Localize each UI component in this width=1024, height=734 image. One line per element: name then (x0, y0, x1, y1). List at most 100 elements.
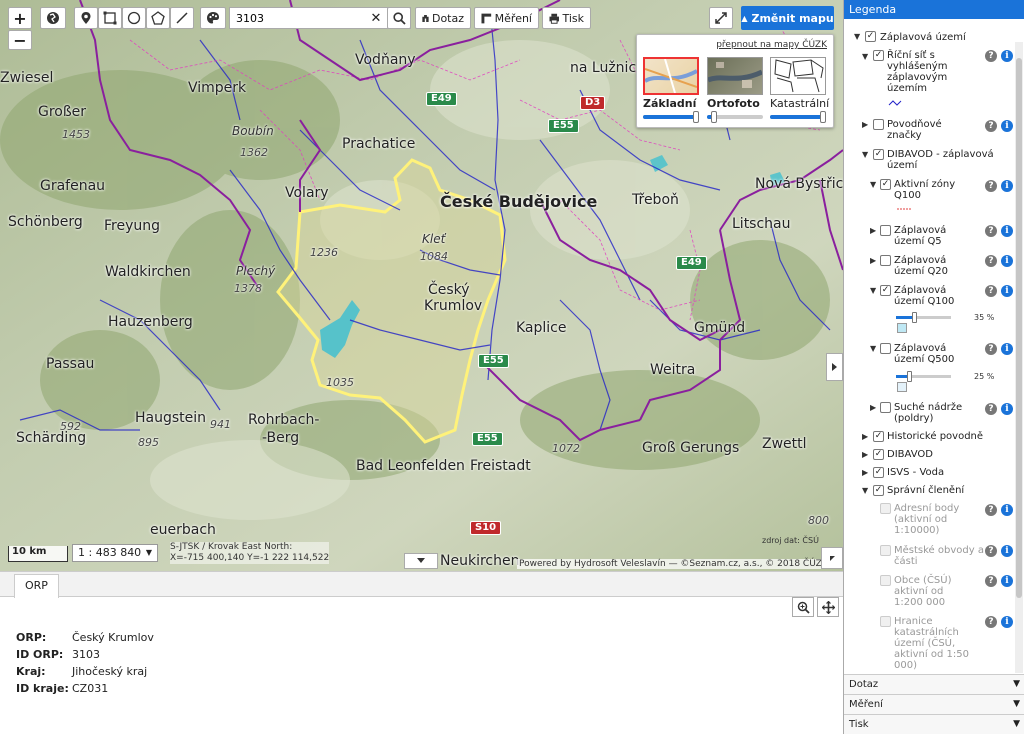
map-canvas[interactable]: Zwiesel Großer 1453 Vimperk Vodňany na L… (0, 0, 843, 571)
help-icon[interactable]: ? (985, 50, 997, 62)
layer-checkbox[interactable]: ✓ (880, 179, 891, 190)
map-label-vodnany: Vodňany (355, 52, 416, 68)
help-icon[interactable]: ? (985, 255, 997, 267)
help-icon[interactable]: ? (985, 343, 997, 355)
help-icon[interactable]: ? (985, 545, 997, 557)
print-button[interactable]: Tisk (542, 7, 591, 29)
info-icon[interactable]: i (1001, 545, 1013, 557)
info-icon[interactable]: i (1001, 285, 1013, 297)
collapse-toggle[interactable]: ▼ (862, 150, 868, 159)
expand-right-button[interactable] (826, 353, 843, 381)
help-icon[interactable]: ? (985, 225, 997, 237)
layer-checkbox[interactable] (880, 255, 891, 266)
scale-bar: 10 km (8, 546, 68, 562)
map-label-haugstein: Haugstein (135, 410, 207, 426)
zoom-in-button[interactable]: + (8, 7, 32, 29)
palette-icon[interactable] (200, 7, 226, 29)
info-icon[interactable]: i (1001, 504, 1013, 516)
collapse-toggle[interactable]: ▼ (870, 344, 876, 353)
info-icon[interactable]: i (1001, 225, 1013, 237)
help-icon[interactable]: ? (985, 504, 997, 516)
info-icon[interactable]: i (1001, 403, 1013, 415)
accordion-tisk[interactable]: Tisk ▼ (844, 714, 1024, 734)
opacity-slider-q100[interactable] (896, 312, 951, 323)
info-icon[interactable]: i (1001, 343, 1013, 355)
basemap-thumb-katastralni[interactable] (770, 57, 826, 95)
polygon-select-icon[interactable] (146, 7, 170, 29)
collapse-toggle[interactable]: ▼ (862, 486, 868, 495)
zoom-to-feature-button[interactable] (792, 597, 814, 617)
change-map-label: Změnit mapu (751, 11, 834, 25)
scale-select[interactable]: 1 : 483 840 ▼ (72, 544, 158, 562)
opacity-slider-zakladni[interactable] (643, 111, 699, 123)
query-button[interactable]: Dotaz (415, 7, 471, 29)
layer-checkbox[interactable]: ✓ (873, 149, 884, 160)
collapse-toggle[interactable]: ▼ (870, 286, 876, 295)
collapse-toggle[interactable]: ▼ (870, 180, 876, 189)
collapse-toggle[interactable]: ▼ (862, 52, 868, 61)
layer-checkbox[interactable]: ✓ (873, 467, 884, 478)
layer-checkbox[interactable]: ✓ (873, 485, 884, 496)
help-icon[interactable]: ? (985, 616, 997, 628)
basemap-thumb-ortofoto[interactable] (707, 57, 764, 95)
accordion-dotaz[interactable]: Dotaz ▼ (844, 674, 1024, 694)
expand-toggle[interactable]: ▶ (870, 403, 876, 412)
opacity-slider-katastralni[interactable] (770, 111, 826, 123)
info-icon[interactable]: i (1001, 616, 1013, 628)
layer-checkbox[interactable]: ✓ (865, 31, 876, 42)
expand-toggle[interactable]: ▶ (862, 468, 868, 477)
help-icon[interactable]: ? (985, 403, 997, 415)
map-label-nova-bystrice: Nová Bystřice (755, 176, 843, 192)
layer-checkbox[interactable] (880, 402, 891, 413)
map-label-grosser-arber: Großer (38, 104, 87, 120)
layer-checkbox[interactable]: ✓ (873, 50, 884, 61)
pan-to-feature-button[interactable] (817, 597, 839, 617)
info-icon[interactable]: i (1001, 255, 1013, 267)
info-icon[interactable]: i (1001, 575, 1013, 587)
zone-line-symbol (897, 208, 911, 210)
help-icon[interactable]: ? (985, 285, 997, 297)
measure-button[interactable]: Měření (474, 7, 539, 29)
line-select-icon[interactable] (170, 7, 194, 29)
map-label-trebon: Třeboň (632, 192, 679, 208)
fullscreen-icon[interactable] (709, 7, 733, 29)
globe-icon[interactable] (40, 7, 66, 29)
basemap-thumb-zakladni[interactable] (643, 57, 699, 95)
tab-orp[interactable]: ORP (14, 574, 59, 598)
chevron-right-icon (832, 363, 837, 371)
clear-search-icon[interactable]: ✕ (367, 9, 385, 27)
switch-cuzk-link[interactable]: přepnout na mapy ČÚZK (716, 40, 827, 50)
map-label-cesky-krumlov: Český (428, 282, 470, 298)
expand-toggle[interactable]: ▶ (870, 226, 876, 235)
expand-toggle[interactable]: ▶ (870, 256, 876, 265)
zoom-out-button[interactable]: − (8, 30, 32, 50)
help-icon[interactable]: ? (985, 120, 997, 132)
expand-toggle[interactable]: ▶ (862, 120, 868, 129)
legend-scrollbar[interactable] (1015, 42, 1023, 673)
collapse-toggle[interactable]: ▼ (854, 32, 860, 41)
circle-select-icon[interactable] (122, 7, 146, 29)
layer-checkbox[interactable]: ✓ (873, 431, 884, 442)
info-icon[interactable]: i (1001, 50, 1013, 62)
layer-checkbox[interactable]: ✓ (880, 285, 891, 296)
help-icon[interactable]: ? (985, 180, 997, 192)
expand-toggle[interactable]: ▶ (862, 450, 868, 459)
point-marker-icon[interactable] (74, 7, 98, 29)
info-icon[interactable]: i (1001, 120, 1013, 132)
opacity-slider-q500[interactable] (896, 371, 951, 382)
help-icon[interactable]: ? (985, 575, 997, 587)
layer-checkbox[interactable]: ✓ (873, 449, 884, 460)
info-icon[interactable]: i (1001, 180, 1013, 192)
layer-checkbox[interactable] (880, 343, 891, 354)
opacity-slider-ortofoto[interactable] (707, 111, 763, 123)
layer-checkbox[interactable] (873, 119, 884, 130)
search-icon[interactable] (387, 7, 411, 29)
expand-toggle[interactable]: ▶ (862, 432, 868, 441)
collapse-bottom-button[interactable] (404, 553, 438, 569)
corner-toggle-button[interactable] (821, 547, 843, 569)
change-map-button[interactable]: ▲ Změnit mapu (741, 6, 834, 30)
accordion-mereni[interactable]: Měření ▼ (844, 694, 1024, 714)
rectangle-select-icon[interactable] (98, 7, 122, 29)
map-label-zwiesel: Zwiesel (0, 70, 54, 86)
layer-checkbox[interactable] (880, 225, 891, 236)
